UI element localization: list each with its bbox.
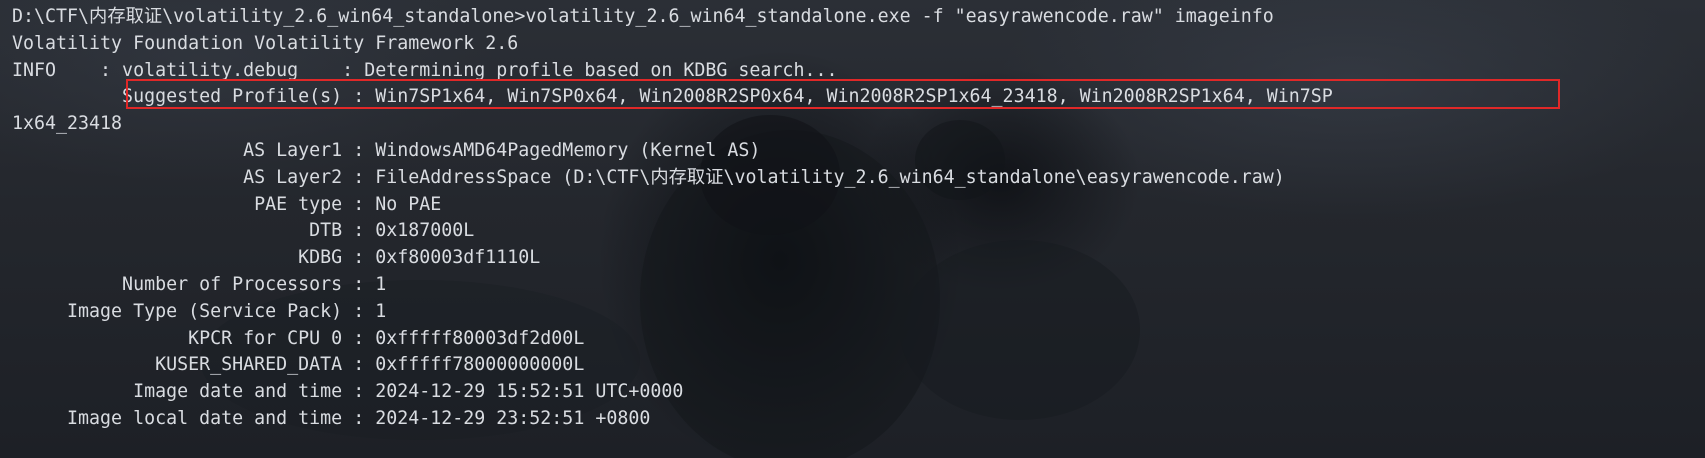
terminal-output[interactable]: D:\CTF\内存取证\volatility_2.6_win64_standal…	[12, 4, 1333, 433]
output-line: 1x64_23418	[12, 113, 123, 135]
command-line: D:\CTF\内存取证\volatility_2.6_win64_standal…	[12, 6, 1274, 27]
output-line: Image date and time : 2024-12-29 15:52:5…	[12, 381, 684, 403]
output-line: KUSER_SHARED_DATA : 0xfffff78000000000L	[12, 354, 585, 376]
output-line: AS Layer1 : WindowsAMD64PagedMemory (Ker…	[12, 139, 761, 161]
output-line: Image local date and time : 2024-12-29 2…	[12, 407, 651, 429]
output-line: INFO : volatility.debug : Determining pr…	[12, 59, 838, 81]
terminal-window[interactable]: D:\CTF\内存取证\volatility_2.6_win64_standal…	[0, 0, 1705, 458]
output-line: KPCR for CPU 0 : 0xfffff80003df2d00L	[12, 327, 585, 349]
output-line: DTB : 0x187000L	[12, 220, 475, 242]
output-line: KDBG : 0xf80003df1110L	[12, 247, 541, 269]
output-line: Image Type (Service Pack) : 1	[12, 300, 387, 322]
output-line: PAE type : No PAE	[12, 193, 442, 215]
output-line: Volatility Foundation Volatility Framewo…	[12, 32, 519, 54]
output-line: AS Layer2 : FileAddressSpace (D:\CTF\内存取…	[12, 166, 1285, 188]
output-line: Number of Processors : 1	[12, 273, 387, 295]
suggested-profiles-line: Suggested Profile(s) : Win7SP1x64, Win7S…	[12, 86, 1333, 108]
